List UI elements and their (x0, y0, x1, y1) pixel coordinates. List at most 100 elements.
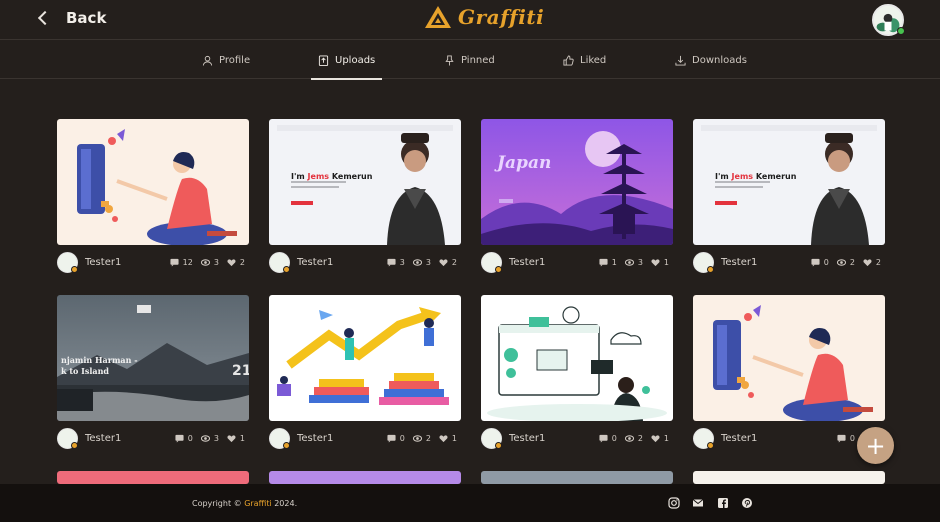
like-count: 1 (451, 433, 457, 443)
thumb-title: Japan (497, 153, 552, 173)
card-thumbnail[interactable]: 21 njamin Harman -k to Island (57, 295, 249, 421)
eye-icon (200, 258, 210, 266)
author-name[interactable]: Tester1 (509, 433, 599, 444)
card-thumbnail[interactable] (269, 295, 461, 421)
card-thumbnail[interactable] (269, 471, 461, 484)
comment-count: 0 (187, 433, 193, 443)
comment-icon (599, 434, 608, 443)
card-thumbnail[interactable] (57, 119, 249, 245)
author-name[interactable]: Tester1 (85, 433, 175, 444)
upload-card[interactable]: Tester1 0 3 (693, 295, 885, 449)
card-meta: Tester1 3 3 2 (269, 251, 461, 273)
author-avatar[interactable] (693, 251, 714, 273)
upload-card[interactable]: Japan Tester1 1 3 1 (481, 119, 673, 273)
upload-card[interactable]: Tester1 0 2 1 (269, 295, 461, 449)
heart-icon[interactable] (227, 434, 236, 443)
portfolio-jems-kemerun-icon (693, 119, 885, 245)
upload-card[interactable] (269, 471, 461, 484)
status-dot-icon (495, 265, 502, 273)
author-avatar[interactable] (269, 251, 290, 273)
card-thumbnail[interactable] (693, 471, 885, 484)
tab-label: Profile (219, 54, 251, 66)
like-count: 1 (663, 257, 669, 267)
back-button[interactable]: Back (37, 9, 106, 27)
author-name[interactable]: Tester1 (297, 433, 387, 444)
chevron-left-icon (37, 10, 53, 26)
card-thumbnail[interactable]: I'm Jems Kemerun (693, 119, 885, 245)
tab-liked[interactable]: Liked (563, 41, 606, 79)
view-count: 2 (425, 433, 431, 443)
author-avatar[interactable] (481, 251, 502, 273)
author-avatar[interactable] (481, 427, 502, 449)
card-thumbnail[interactable]: I'm Jems Kemerun (269, 119, 461, 245)
view-count: 3 (213, 433, 219, 443)
heart-icon[interactable] (651, 258, 660, 267)
heart-icon[interactable] (863, 258, 872, 267)
growth-books-illustration-icon (269, 295, 461, 421)
facebook-icon[interactable] (717, 497, 729, 509)
comment-icon (387, 258, 396, 267)
tab-profile[interactable]: Profile (202, 41, 250, 79)
plus-icon: + (865, 431, 886, 460)
card-thumbnail[interactable] (57, 471, 249, 484)
author-avatar[interactable] (269, 427, 290, 449)
instagram-icon[interactable] (668, 497, 680, 509)
heart-icon[interactable] (651, 434, 660, 443)
pinterest-icon[interactable] (741, 497, 753, 509)
thumb-heading: I'm Jems Kemerun (715, 172, 797, 181)
card-thumbnail[interactable] (481, 295, 673, 421)
card-thumbnail[interactable] (693, 295, 885, 421)
mail-icon[interactable] (692, 497, 704, 509)
author-name[interactable]: Tester1 (721, 257, 811, 268)
pin-icon (445, 54, 454, 66)
view-count: 2 (637, 433, 643, 443)
comment-count: 12 (182, 257, 193, 267)
view-count: 3 (213, 257, 219, 267)
upload-card[interactable]: I'm Jems Kemerun Tester1 0 2 2 (693, 119, 885, 273)
japan-pagoda-icon (481, 119, 673, 245)
tab-uploads[interactable]: Uploads (310, 41, 383, 80)
upload-card[interactable]: 21 njamin Harman -k to Island Tester1 0 … (57, 295, 249, 449)
like-count: 2 (451, 257, 457, 267)
upload-icon (318, 54, 329, 66)
upload-card[interactable]: Tester1 0 2 1 (481, 295, 673, 449)
upload-card[interactable]: I'm Jems Kemerun Tester1 3 3 2 (269, 119, 461, 273)
author-avatar[interactable] (57, 427, 78, 449)
card-thumbnail[interactable] (481, 471, 673, 484)
add-upload-button[interactable]: + (857, 427, 894, 464)
eye-icon (836, 258, 846, 266)
comment-count: 0 (399, 433, 405, 443)
author-avatar[interactable] (693, 427, 714, 449)
eye-icon (624, 258, 634, 266)
tab-pinned[interactable]: Pinned (444, 41, 495, 79)
author-avatar[interactable] (57, 251, 78, 273)
upload-card[interactable]: Tester1 12 3 2 (57, 119, 249, 273)
card-stats: 0 2 2 (811, 258, 885, 267)
view-count: 3 (425, 257, 431, 267)
comment-icon (170, 258, 179, 267)
tab-label: Pinned (461, 54, 495, 66)
like-count: 2 (239, 257, 245, 267)
brand-name: Graffiti (458, 5, 545, 29)
heart-icon[interactable] (439, 434, 448, 443)
author-name[interactable]: Tester1 (721, 433, 837, 444)
card-meta: Tester1 12 3 2 (57, 251, 249, 273)
upload-card[interactable] (57, 471, 249, 484)
heart-icon[interactable] (227, 258, 236, 267)
logo[interactable]: Graffiti (424, 5, 544, 29)
upload-card[interactable] (693, 471, 885, 484)
svg-text:21: 21 (232, 363, 249, 379)
card-meta: Tester1 1 3 1 (481, 251, 673, 273)
comment-count: 0 (823, 257, 829, 267)
author-name[interactable]: Tester1 (509, 257, 599, 268)
thumb-heading: njamin Harman -k to Island (61, 355, 138, 376)
upload-card[interactable] (481, 471, 673, 484)
tab-downloads[interactable]: Downloads (675, 41, 747, 79)
card-thumbnail[interactable]: Japan (481, 119, 673, 245)
tab-label: Liked (580, 54, 607, 66)
author-name[interactable]: Tester1 (297, 257, 387, 268)
author-name[interactable]: Tester1 (85, 257, 170, 268)
eye-icon (624, 434, 634, 442)
heart-icon[interactable] (439, 258, 448, 267)
status-dot-icon (71, 441, 78, 449)
